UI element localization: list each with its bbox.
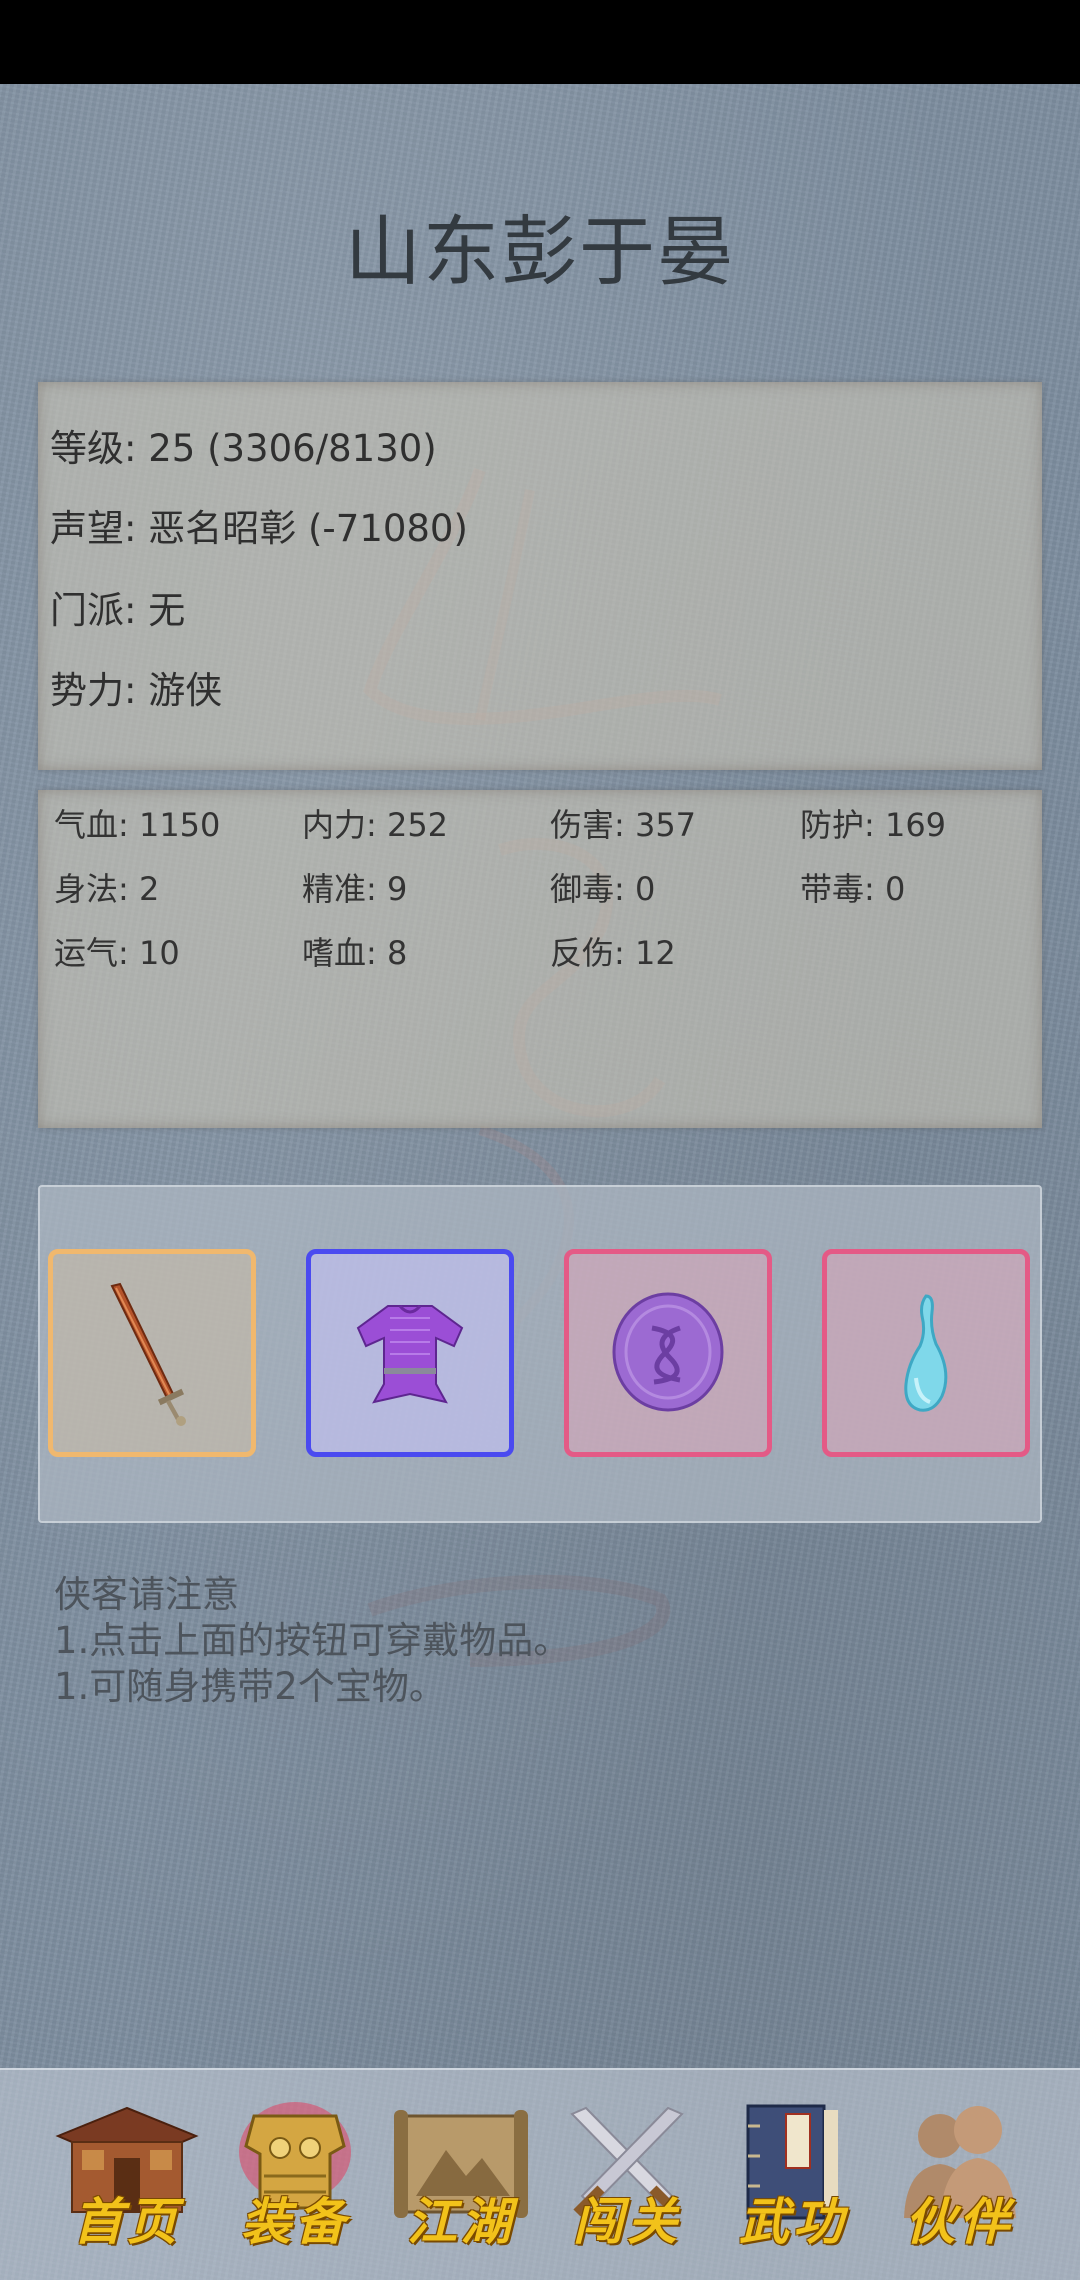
bottom-nav: 首页 装备 江湖 闯关 武功 伙伴 <box>0 2068 1080 2280</box>
stat-hp: 气血: 1150 <box>54 806 221 844</box>
nav-challenge[interactable]: 闯关 <box>552 2096 702 2256</box>
nav-jianghu-label: 江湖 <box>407 2192 515 2251</box>
stat-poison-resist: 御毒: 0 <box>550 870 656 908</box>
faction-text: 势力: 游侠 <box>50 669 223 712</box>
sword-icon <box>110 1282 186 1426</box>
nav-companions[interactable]: 伙伴 <box>884 2096 1034 2256</box>
purple-jade-icon <box>612 1292 724 1412</box>
equip-slot-weapon[interactable] <box>48 1249 256 1457</box>
nav-companions-label: 伙伴 <box>905 2192 1013 2251</box>
attributes-panel: 气血: 1150 内力: 252 伤害: 357 防护: 169 身法: 2 精… <box>38 790 1042 1128</box>
stat-poison: 带毒: 0 <box>800 870 906 908</box>
equipment-panel <box>38 1185 1042 1523</box>
status-bar <box>0 0 1080 84</box>
notice-title: 侠客请注意 <box>54 1573 239 1616</box>
stat-agility: 身法: 2 <box>54 870 160 908</box>
notice-line-1: 1.点击上面的按钮可穿戴物品。 <box>54 1619 571 1662</box>
nav-martial-arts[interactable]: 武功 <box>718 2096 868 2256</box>
nav-home[interactable]: 首页 <box>52 2096 202 2256</box>
equip-slot-armor[interactable] <box>306 1249 514 1457</box>
equip-slot-treasure-1[interactable] <box>564 1249 772 1457</box>
stat-internal-power: 内力: 252 <box>302 806 449 844</box>
sect-text: 门派: 无 <box>50 589 186 632</box>
stat-damage: 伤害: 357 <box>550 806 697 844</box>
blue-gourd-icon <box>904 1294 948 1412</box>
equip-slot-treasure-2[interactable] <box>822 1249 1030 1457</box>
notice-section: 侠客请注意 1.点击上面的按钮可穿戴物品。 1.可随身携带2个宝物。 <box>54 1572 570 1710</box>
nav-equipment-label: 装备 <box>241 2192 349 2251</box>
nav-equipment[interactable]: 装备 <box>220 2096 370 2256</box>
stat-defense: 防护: 169 <box>800 806 947 844</box>
stat-luck: 运气: 10 <box>54 934 180 972</box>
character-info-panel: 等级: 25 (3306/8130) 声望: 恶名昭彰 (-71080) 门派:… <box>38 382 1042 770</box>
reputation-text: 声望: 恶名昭彰 (-71080) <box>50 507 468 550</box>
purple-armor-icon <box>356 1304 464 1404</box>
nav-challenge-label: 闯关 <box>573 2192 681 2251</box>
nav-jianghu[interactable]: 江湖 <box>386 2096 536 2256</box>
notice-line-2: 1.可随身携带2个宝物。 <box>54 1665 446 1708</box>
character-name: 山东彭于晏 <box>345 207 735 296</box>
nav-martial-arts-label: 武功 <box>739 2192 847 2251</box>
level-text: 等级: 25 (3306/8130) <box>50 427 437 470</box>
stat-reflect-damage: 反伤: 12 <box>550 934 676 972</box>
stat-accuracy: 精准: 9 <box>302 870 408 908</box>
nav-home-label: 首页 <box>73 2192 181 2251</box>
stat-bloodthirst: 嗜血: 8 <box>302 934 408 972</box>
